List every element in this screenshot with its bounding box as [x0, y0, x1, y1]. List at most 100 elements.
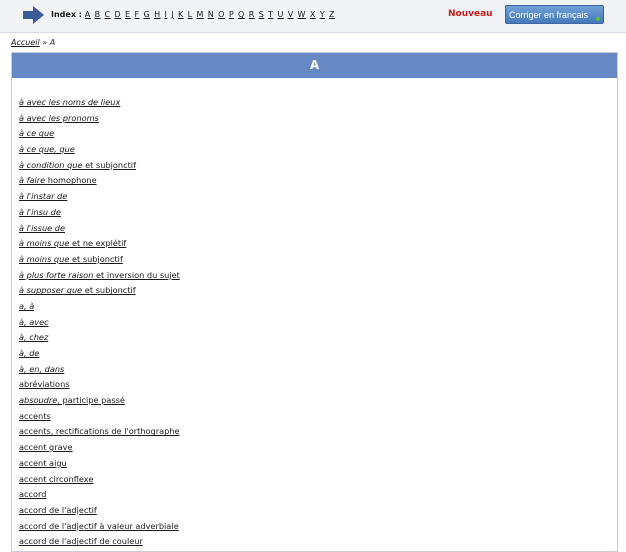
entry-text: accord de l'adjectif à valeur adverbiale	[19, 520, 179, 531]
entry-link[interactable]: accent aigu	[19, 458, 67, 468]
entry-italic-text: absoudre	[19, 395, 58, 406]
entry-link[interactable]: accord de l'adjectif	[19, 505, 97, 515]
index-letter-s[interactable]: S	[259, 10, 264, 19]
list-item: accent circonflexe	[19, 472, 180, 488]
top-bar: Index : A B C D E F G H I J K L M N O P …	[0, 0, 626, 33]
entry-link[interactable]: à faire homophone	[19, 175, 97, 185]
entry-link[interactable]: à moins que et subjonctif	[19, 254, 123, 264]
entry-link[interactable]: à ce que, que	[19, 144, 75, 154]
list-item: à avec les pronoms	[19, 111, 180, 127]
breadcrumb-current: A	[49, 38, 56, 47]
entry-text: et subjonctif	[69, 253, 123, 264]
index-letter-m[interactable]: M	[196, 10, 203, 19]
list-item: à avec les noms de lieux	[19, 95, 180, 111]
list-item: à ce que, que	[19, 142, 180, 158]
list-item: à supposer que et subjonctif	[19, 283, 180, 299]
entry-text: et subjonctif	[82, 159, 136, 170]
entry-link[interactable]: à, avec	[19, 317, 49, 327]
entry-link[interactable]: à condition que et subjonctif	[19, 160, 136, 170]
entry-italic-text: à faire	[19, 175, 46, 186]
index-letter-l[interactable]: L	[188, 10, 193, 19]
entries-list: à avec les noms de lieux à avec les prono…	[19, 95, 180, 550]
index-letter-i[interactable]: I	[164, 10, 167, 19]
index-letter-t[interactable]: T	[268, 10, 273, 19]
entry-italic-text: à, en, dans	[19, 363, 65, 374]
entry-link[interactable]: à plus forte raison et inversion du suje…	[19, 270, 180, 280]
index-letter-f[interactable]: F	[134, 10, 139, 19]
entry-italic-text: à supposer que	[19, 285, 83, 296]
index-letter-n[interactable]: N	[208, 10, 214, 19]
list-item: à, de	[19, 346, 180, 362]
entry-link[interactable]: accord de l'adjectif de couleur	[19, 536, 143, 546]
entry-link[interactable]: à, de	[19, 348, 39, 358]
entry-italic-text: à l'issue de	[19, 222, 66, 233]
entry-link[interactable]: accent circonflexe	[19, 474, 93, 484]
entry-italic-text: à avec les pronoms	[19, 112, 99, 123]
entry-italic-text: à avec les noms de lieux	[19, 97, 121, 107]
entry-link[interactable]: accents	[19, 411, 51, 421]
entry-link[interactable]: à avec les pronoms	[19, 113, 99, 123]
entry-italic-text: à ce que	[19, 128, 55, 139]
nouveau-link[interactable]: Nouveau	[448, 9, 493, 19]
entry-text: et ne explétif	[69, 238, 127, 249]
index-letter-o[interactable]: O	[218, 10, 225, 19]
entry-text: accents	[19, 410, 51, 421]
index-letter-g[interactable]: G	[143, 10, 150, 19]
entry-italic-text: à, chez	[19, 332, 49, 343]
index-letter-v[interactable]: V	[288, 10, 294, 19]
index-letter-u[interactable]: U	[277, 10, 283, 19]
list-item: accord de l'adjectif à valeur adverbiale	[19, 519, 180, 535]
index-letter-y[interactable]: Y	[320, 10, 325, 19]
list-item: accent aigu	[19, 456, 180, 472]
entry-text: accent grave	[19, 442, 73, 453]
entries-panel: A à avec les noms de lieux à avec les pro…	[11, 52, 618, 552]
entry-italic-text: à plus forte raison	[19, 269, 94, 280]
index-letter-a[interactable]: A	[85, 10, 91, 19]
index-letter-j[interactable]: J	[171, 10, 174, 19]
entry-link[interactable]: à, en, dans	[19, 364, 64, 374]
index-letter-p[interactable]: P	[229, 10, 234, 19]
entry-link[interactable]: absoudre, participe passé	[19, 395, 125, 405]
entry-text: homophone	[45, 175, 97, 186]
list-item: a, à	[19, 299, 180, 315]
index-letter-h[interactable]: H	[154, 10, 160, 19]
entry-link[interactable]: accord de l'adjectif à valeur adverbiale	[19, 521, 179, 531]
entry-link[interactable]: à l'issue de	[19, 223, 65, 233]
entry-link[interactable]: à, chez	[19, 332, 48, 342]
index-letter-k[interactable]: K	[178, 10, 184, 19]
entry-italic-text: à moins que	[19, 238, 70, 249]
entry-link[interactable]: accent grave	[19, 442, 73, 452]
entry-italic-text: a, à	[19, 300, 35, 311]
index-letter-d[interactable]: D	[114, 10, 121, 19]
entry-text: accents, rectifications de l'orthographe	[19, 426, 180, 437]
index-letter-c[interactable]: C	[105, 10, 111, 19]
list-item: à l'issue de	[19, 221, 180, 237]
index-letter-q[interactable]: Q	[238, 10, 245, 19]
index-label: Index :	[51, 10, 82, 19]
index-letter-w[interactable]: W	[298, 10, 306, 19]
corriger-button[interactable]: Corriger en français	[505, 5, 604, 24]
index-letter-b[interactable]: B	[95, 10, 101, 19]
breadcrumb-home-link[interactable]: Accueil	[11, 38, 40, 47]
index-letter-e[interactable]: E	[125, 10, 130, 19]
index-letter-r[interactable]: R	[249, 10, 255, 19]
entry-link[interactable]: à ce que	[19, 128, 54, 138]
entry-text: , participe passé	[57, 395, 125, 406]
entry-link[interactable]: accents, rectifications de l'orthographe	[19, 426, 180, 436]
entry-link[interactable]: à l'insu de	[19, 207, 61, 217]
index-letters: A B C D E F G H I J K L M N O P Q R S T …	[85, 10, 336, 19]
entry-link[interactable]: à avec les noms de lieux	[19, 97, 120, 107]
index-letter-z[interactable]: Z	[329, 10, 335, 19]
breadcrumb-separator: »	[42, 38, 48, 47]
entry-link[interactable]: a, à	[19, 301, 34, 311]
index-letter-x[interactable]: X	[310, 10, 316, 19]
alphabet-index: Index : A B C D E F G H I J K L M N O P …	[51, 10, 336, 19]
entry-link[interactable]: abréviations	[19, 379, 70, 389]
entry-link[interactable]: à moins que et ne explétif	[19, 238, 126, 248]
entry-text: accord de l'adjectif de couleur	[19, 536, 143, 547]
list-item: accents	[19, 409, 180, 425]
entry-link[interactable]: à supposer que et subjonctif	[19, 285, 136, 295]
entry-text: accord de l'adjectif	[19, 504, 97, 515]
entry-link[interactable]: à l'instar de	[19, 191, 67, 201]
entry-link[interactable]: accord	[19, 489, 46, 499]
